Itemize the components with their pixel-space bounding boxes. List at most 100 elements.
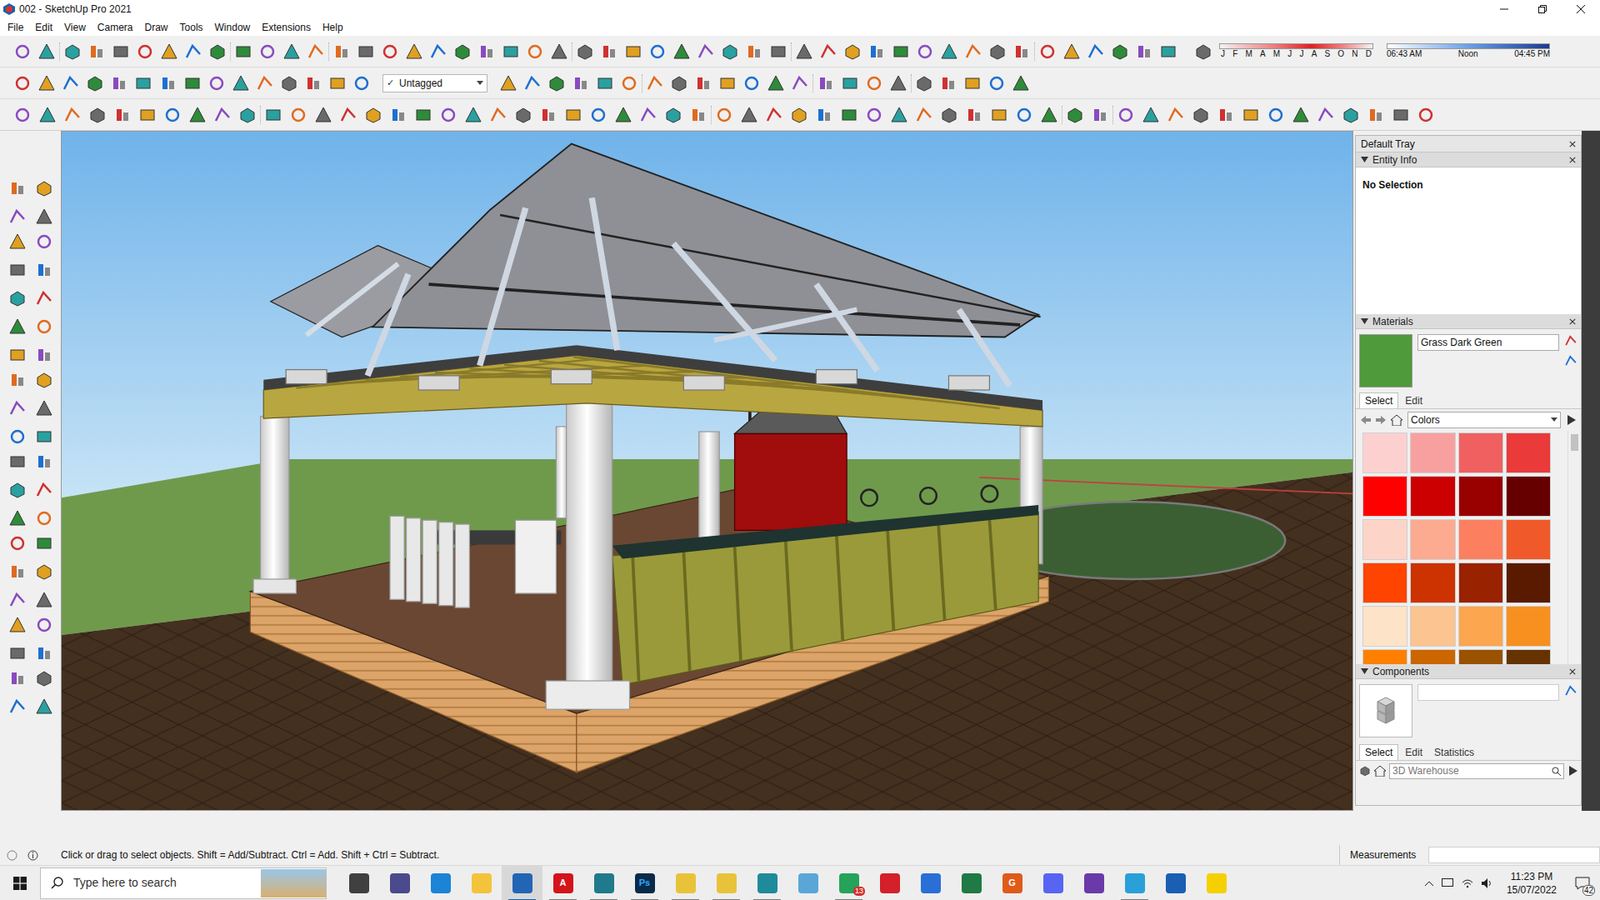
tool-icon[interactable] [1194, 42, 1213, 61]
tool-icon[interactable] [110, 74, 129, 93]
taskbar-app[interactable] [910, 865, 951, 900]
tool-icon[interactable] [915, 105, 934, 125]
taskbar-app[interactable] [1155, 865, 1196, 900]
menu-item[interactable]: Help [316, 20, 350, 35]
taskbar-search[interactable]: Type here to search [40, 867, 327, 900]
tool-icon[interactable] [339, 105, 358, 125]
tool-icon[interactable] [35, 480, 54, 500]
tool-icon[interactable] [8, 590, 27, 610]
tool-icon[interactable] [35, 399, 54, 418]
tool-icon[interactable] [87, 42, 106, 61]
tool-icon[interactable] [429, 42, 448, 61]
tool-icon[interactable] [35, 452, 54, 471]
tool-icon[interactable] [352, 74, 371, 93]
tool-icon[interactable] [304, 74, 323, 93]
notifications[interactable]: 42 [1570, 870, 1595, 896]
tab[interactable]: Select [1359, 392, 1399, 409]
tool-icon[interactable] [1341, 105, 1360, 125]
tool-icon[interactable] [8, 509, 27, 528]
tool-icon[interactable] [8, 207, 27, 226]
tray-section-header[interactable]: Materials [1355, 314, 1581, 330]
taskbar-app[interactable] [1073, 865, 1115, 900]
color-swatch[interactable] [1362, 649, 1408, 665]
tool-icon[interactable] [405, 42, 424, 61]
tool-icon[interactable] [595, 74, 615, 93]
taskbar-app[interactable] [1114, 865, 1155, 900]
close-icon[interactable] [1569, 318, 1576, 325]
tab[interactable]: Statistics [1429, 745, 1480, 760]
tool-icon[interactable] [453, 42, 472, 61]
info-icon[interactable] [27, 850, 39, 861]
tool-icon[interactable] [672, 42, 691, 61]
tool-icon[interactable] [575, 42, 595, 61]
expand-icon[interactable] [1360, 317, 1369, 325]
tool-icon[interactable] [1216, 105, 1235, 125]
tool-icon[interactable] [8, 697, 27, 716]
tool-icon[interactable] [620, 74, 639, 93]
tool-icon[interactable] [35, 179, 54, 198]
tool-icon[interactable] [891, 42, 910, 61]
color-swatch[interactable] [1362, 605, 1408, 647]
details-icon[interactable] [1567, 765, 1578, 776]
color-swatch[interactable] [1410, 605, 1455, 647]
details-icon[interactable] [1565, 415, 1576, 425]
tool-icon[interactable] [159, 74, 178, 93]
tool-icon[interactable] [8, 345, 27, 365]
tool-icon[interactable] [987, 74, 1006, 93]
back-icon[interactable] [1360, 415, 1371, 425]
tool-icon[interactable] [696, 42, 715, 61]
tool-icon[interactable] [940, 42, 959, 61]
tool-icon[interactable] [940, 105, 959, 125]
tool-icon[interactable] [8, 179, 27, 198]
tool-icon[interactable] [8, 370, 27, 390]
home-icon[interactable] [1390, 415, 1403, 426]
tool-icon[interactable] [1038, 42, 1057, 61]
tool-icon[interactable] [8, 480, 27, 500]
tool-icon[interactable] [35, 289, 54, 308]
tool-icon[interactable] [766, 74, 785, 93]
tool-icon[interactable] [1564, 354, 1578, 368]
color-swatch[interactable] [1362, 562, 1408, 604]
tool-icon[interactable] [35, 509, 54, 528]
library-dropdown[interactable]: Colors [1407, 411, 1561, 429]
color-swatch[interactable] [1410, 562, 1455, 604]
tool-icon[interactable] [639, 105, 658, 125]
tool-icon[interactable] [8, 615, 27, 635]
tool-icon[interactable] [1062, 42, 1081, 61]
forward-icon[interactable] [1375, 415, 1386, 425]
tool-icon[interactable] [306, 42, 325, 61]
tool-icon[interactable] [258, 42, 277, 61]
home-icon[interactable] [1374, 765, 1386, 777]
tool-icon[interactable] [1416, 105, 1435, 125]
display-icon[interactable] [1441, 878, 1454, 889]
menu-item[interactable]: Extensions [255, 20, 317, 35]
tool-icon[interactable] [742, 74, 761, 93]
taskbar-app[interactable] [705, 865, 747, 900]
menu-item[interactable]: File [1, 20, 30, 35]
tray-section-header[interactable]: Components [1355, 664, 1581, 680]
tool-icon[interactable] [85, 74, 105, 93]
tool-icon[interactable] [501, 42, 520, 61]
tool-icon[interactable] [745, 42, 764, 61]
tool-icon[interactable] [889, 74, 908, 93]
time-slider[interactable]: 06:43 AMNoon04:45 PM [1386, 43, 1550, 60]
tool-icon[interactable] [35, 317, 54, 336]
tool-icon[interactable] [489, 105, 508, 125]
tool-icon[interactable] [990, 105, 1009, 125]
color-swatch[interactable] [1505, 605, 1551, 647]
tool-icon[interactable] [715, 105, 734, 125]
tool-icon[interactable] [765, 105, 784, 125]
volume-icon[interactable] [1481, 878, 1494, 889]
tool-icon[interactable] [213, 105, 232, 125]
tool-icon[interactable] [314, 105, 333, 125]
tool-icon[interactable] [332, 42, 351, 61]
tool-icon[interactable] [816, 74, 835, 93]
tool-icon[interactable] [35, 590, 54, 610]
tool-icon[interactable] [1564, 684, 1578, 698]
tool-icon[interactable] [138, 105, 157, 125]
tool-icon[interactable] [964, 42, 983, 61]
tool-icon[interactable] [664, 105, 683, 125]
tool-icon[interactable] [35, 260, 54, 280]
tool-icon[interactable] [8, 399, 27, 418]
tool-icon[interactable] [35, 232, 54, 251]
